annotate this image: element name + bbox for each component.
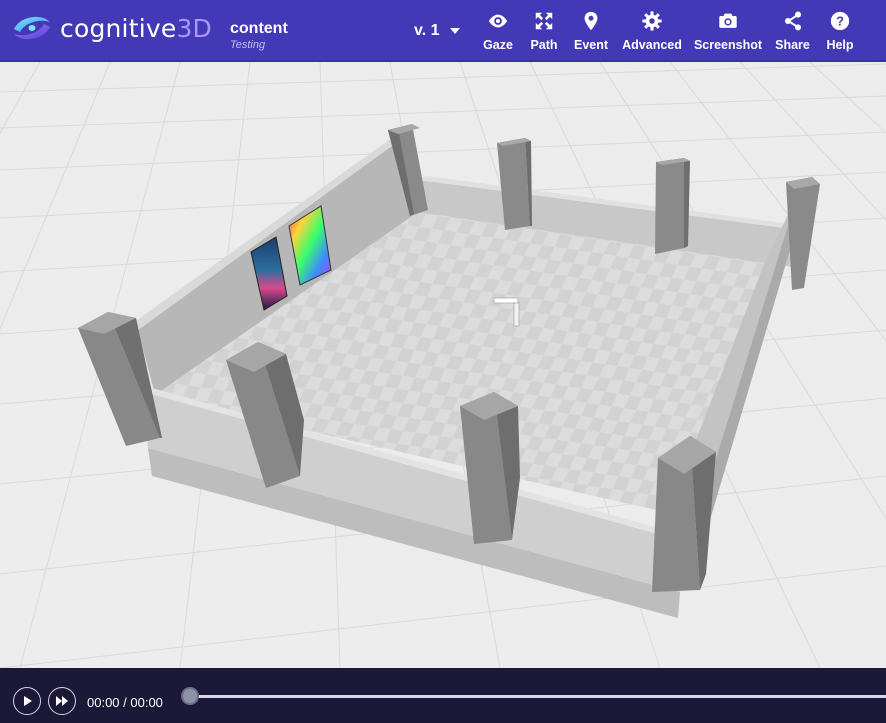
toolbar-share-button[interactable]: Share: [775, 10, 810, 54]
toolbar-gaze-button[interactable]: Gaze: [483, 10, 513, 54]
toolbar-screenshot-label: Screenshot: [693, 38, 763, 52]
fast-forward-button[interactable]: [48, 687, 76, 715]
timeline-scrubber-handle[interactable]: [181, 687, 199, 705]
pillar-front-right: [652, 436, 716, 592]
scene-render: [0, 62, 886, 668]
help-icon: ?: [830, 11, 850, 31]
toolbar-gaze-label: Gaze: [483, 38, 513, 52]
toolbar-path-button[interactable]: Path: [530, 10, 558, 54]
playback-time: 00:00 / 00:00: [87, 695, 163, 710]
toolbar-advanced-label: Advanced: [622, 38, 682, 52]
svg-text:?: ?: [836, 14, 844, 29]
map-pin-icon: [584, 11, 598, 31]
version-dropdown[interactable]: v. 1: [414, 22, 460, 40]
camera-icon: [719, 13, 737, 28]
toolbar-path-label: Path: [530, 38, 558, 52]
arrows-expand-icon: [535, 12, 553, 30]
toolbar-help-button[interactable]: ? Help: [826, 10, 854, 54]
scene-3d-viewport[interactable]: [0, 62, 886, 668]
brand-name: cognitive3D: [60, 14, 212, 43]
toolbar-share-label: Share: [775, 38, 810, 52]
playback-bar: 00:00 / 00:00: [0, 668, 886, 723]
brand-logo[interactable]: cognitive3D: [12, 10, 212, 46]
toolbar-screenshot-button[interactable]: Screenshot: [693, 10, 763, 54]
pillar-back-right: [655, 158, 690, 254]
scene-title: content: [230, 20, 288, 37]
toolbar-advanced-button[interactable]: Advanced: [622, 10, 682, 54]
share-icon: [784, 11, 801, 31]
cognitive3d-logo-icon: [14, 16, 50, 40]
top-navigation-bar: cognitive3D content Testing v. 1 Gaze Pa…: [0, 0, 886, 62]
scene-subtitle: Testing: [230, 39, 266, 51]
version-label: v. 1: [414, 22, 440, 39]
toolbar-event-button[interactable]: Event: [573, 10, 609, 54]
toolbar-event-label: Event: [573, 38, 609, 52]
brand-name-main: cognitive: [60, 13, 177, 43]
eye-icon: [488, 14, 508, 28]
fast-forward-icon: [56, 696, 68, 706]
timeline-track[interactable]: [190, 695, 886, 698]
pillar-back-corner: [786, 177, 820, 290]
toolbar-help-label: Help: [826, 38, 854, 52]
gear-icon: [642, 11, 662, 31]
play-button[interactable]: [13, 687, 41, 715]
play-icon: [24, 696, 32, 706]
chevron-down-icon: [449, 28, 460, 34]
scene-title-block: content Testing: [230, 21, 288, 51]
brand-name-accent: 3D: [176, 13, 212, 43]
